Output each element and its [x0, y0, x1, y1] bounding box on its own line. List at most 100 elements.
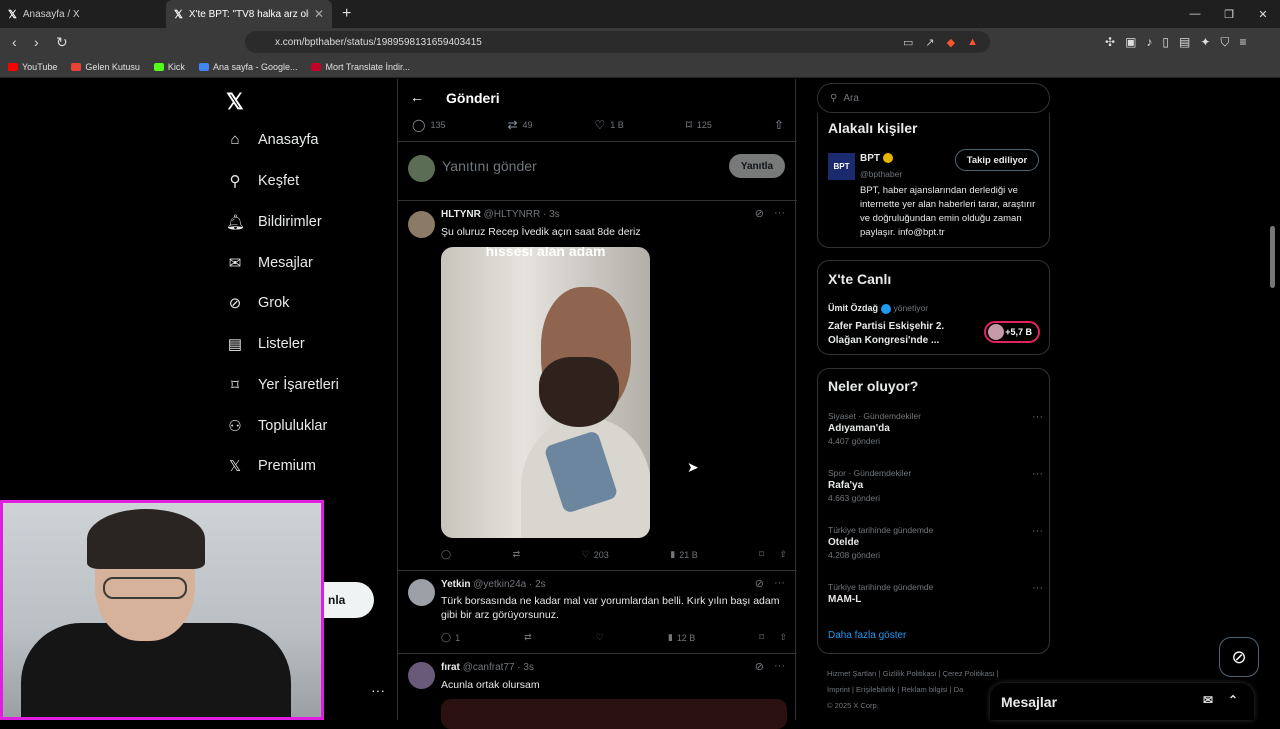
x-icon: 𝕏: [228, 458, 242, 475]
browser-tab-home[interactable]: 𝕏 Anasayfa / X: [0, 0, 166, 28]
more-icon[interactable]: ···: [774, 660, 785, 673]
address-bar[interactable]: x.com/bpthaber/status/198959813165940341…: [245, 31, 990, 53]
share-icon[interactable]: ⇧: [779, 632, 787, 643]
menu-icon[interactable]: ≡: [1239, 35, 1246, 49]
forward-icon[interactable]: ›: [34, 34, 44, 50]
reply-tweet[interactable]: fırat @canfrat77 · 3s ⊘ ··· Acunla ortak …: [398, 654, 797, 729]
grok-explain-icon[interactable]: ⊘: [755, 577, 764, 590]
close-tab-icon[interactable]: ✕: [314, 7, 324, 21]
tweet-media[interactable]: [441, 699, 787, 729]
sidebar-item-premium[interactable]: 𝕏 Premium: [226, 457, 316, 475]
extensions-icon[interactable]: ✣: [1105, 35, 1115, 49]
music-icon[interactable]: ♪: [1146, 35, 1152, 49]
wallet2-icon[interactable]: ▤: [1179, 35, 1190, 49]
sidebar-item-home[interactable]: ⌂ Anasayfa: [226, 131, 318, 148]
grok-explain-icon[interactable]: ⊘: [755, 660, 764, 673]
new-tab-button[interactable]: +: [342, 5, 351, 23]
repost-action[interactable]: ⇄: [513, 549, 521, 560]
more-icon[interactable]: ···: [1032, 525, 1043, 537]
footer-line[interactable]: Hizmet Şartları | Gizlilik Politikası | …: [827, 666, 1047, 682]
page-scrollbar[interactable]: [1270, 226, 1275, 288]
reply-action[interactable]: ◯: [441, 549, 451, 560]
tweet-media[interactable]: hissesi alan adam: [441, 247, 650, 538]
brave-shield-icon[interactable]: ◆: [947, 36, 955, 49]
trend-item[interactable]: Türkiye tarihinde gündemde Otelde 4.208 …: [828, 525, 1043, 560]
bookmark-kick[interactable]: Kick: [153, 62, 185, 72]
post-button[interactable]: nla: [324, 582, 374, 618]
grok-explain-icon[interactable]: ⊘: [755, 207, 764, 220]
views-action[interactable]: ▮ 12 B: [668, 632, 695, 643]
reply-button[interactable]: Yanıtla: [729, 154, 785, 178]
show-more-link[interactable]: Daha fazla göster: [828, 630, 906, 641]
bookmark-mort[interactable]: Mort Translate İndir...: [311, 62, 410, 72]
sidebar-item-messages[interactable]: ✉ Mesajlar: [226, 254, 313, 272]
sidebar-icon[interactable]: ▯: [1162, 35, 1169, 49]
browser-tab-post[interactable]: 𝕏 X'te BPT: "TV8 halka arz oluyor. I ✕: [166, 0, 332, 28]
live-event-title[interactable]: Zafer Partisi Eskişehir 2. Olağan Kongre…: [828, 320, 978, 348]
sidebar-item-notifications[interactable]: 🔔︎ Bildirimler: [226, 213, 322, 231]
more-icon[interactable]: ···: [1032, 411, 1043, 423]
live-host[interactable]: Ümit Özdağ yönetiyor: [828, 303, 928, 314]
reload-icon[interactable]: ↻: [56, 34, 68, 51]
more-icon[interactable]: ···: [774, 577, 785, 590]
trend-item[interactable]: Siyaset · Gündemdekiler Adıyaman'da 4.40…: [828, 411, 1043, 446]
avatar[interactable]: [408, 579, 435, 606]
reply-action[interactable]: ◯ 135: [412, 118, 445, 132]
tweet-author[interactable]: Yetkin @yetkin24a · 2s: [441, 579, 546, 590]
back-icon[interactable]: ‹: [12, 34, 22, 50]
like-action[interactable]: ♡ 1 B: [594, 118, 623, 132]
cast-icon[interactable]: ▭: [903, 36, 913, 49]
following-button[interactable]: Takip ediliyor: [955, 149, 1039, 171]
profile-name[interactable]: BPT: [860, 153, 893, 164]
more-icon[interactable]: ···: [1032, 582, 1043, 594]
repost-action[interactable]: ⇄ 49: [507, 118, 532, 132]
bookmark-action[interactable]: ⌑ 125: [686, 118, 712, 132]
grok-floating-button[interactable]: ⊘: [1219, 637, 1259, 677]
sidebar-item-explore[interactable]: ⚲ Keşfet: [226, 172, 300, 190]
like-action[interactable]: ♡: [596, 632, 604, 643]
trend-item[interactable]: Spor · Gündemdekiler Rafa'ya 4.663 gönde…: [828, 468, 1043, 503]
reply-action[interactable]: ◯ 1: [441, 632, 460, 643]
live-listeners-badge[interactable]: +5,7 B: [984, 321, 1040, 343]
tweet-author[interactable]: fırat @canfrat77 · 3s: [441, 662, 534, 673]
share-icon[interactable]: ⇧: [779, 549, 787, 560]
more-icon[interactable]: ···: [1032, 468, 1043, 480]
share-icon[interactable]: ↗: [925, 36, 934, 49]
tweet-author[interactable]: HLTYNR @HLTYNRR · 3s: [441, 209, 560, 220]
close-window-icon[interactable]: ✕: [1246, 8, 1280, 21]
expand-drawer-icon[interactable]: ⌃: [1228, 693, 1238, 707]
leo-icon[interactable]: ✦: [1200, 35, 1210, 49]
messages-drawer[interactable]: Mesajlar ✉ ⌃: [990, 683, 1254, 720]
reply-tweet[interactable]: HLTYNR @HLTYNRR · 3s ⊘ ··· Şu oluruz Rece…: [398, 201, 797, 571]
sidebar-item-lists[interactable]: ▤ Listeler: [226, 335, 305, 353]
bookmark-icon[interactable]: ⌑: [759, 632, 764, 643]
account-more-icon[interactable]: ···: [371, 682, 385, 698]
bookmark-youtube[interactable]: YouTube: [8, 62, 57, 72]
reply-input[interactable]: Yanıtını gönder: [442, 158, 537, 174]
sidebar-item-bookmarks[interactable]: ⌑ Yer İşaretleri: [226, 376, 339, 394]
minimize-icon[interactable]: —: [1178, 8, 1212, 20]
more-icon[interactable]: ···: [774, 207, 785, 220]
bpt-avatar[interactable]: BPT: [828, 153, 855, 180]
bookmark-google[interactable]: Ana sayfa - Google...: [198, 62, 297, 72]
new-message-icon[interactable]: ✉: [1203, 693, 1213, 707]
views-action[interactable]: ▮ 21 B: [670, 549, 697, 560]
avatar[interactable]: [408, 662, 435, 689]
share-action[interactable]: ⇧: [774, 118, 784, 132]
x-home-logo-icon[interactable]: 𝕏: [226, 89, 244, 115]
avatar[interactable]: [408, 211, 435, 238]
like-action[interactable]: ♡ 203: [582, 549, 609, 560]
sidebar-item-communities[interactable]: ⚇ Topluluklar: [226, 417, 327, 435]
sidebar-item-grok[interactable]: ⊘ Grok: [226, 294, 290, 312]
search-input[interactable]: ⚲ Ara: [817, 83, 1050, 113]
vpn-icon[interactable]: ⛉: [1220, 35, 1229, 50]
wallet-icon[interactable]: ▣: [1125, 35, 1136, 49]
bookmark-icon[interactable]: ⌑: [759, 549, 764, 560]
back-arrow-icon[interactable]: ←: [410, 89, 424, 105]
brave-rewards-icon[interactable]: ▲: [967, 36, 978, 49]
reply-tweet[interactable]: Yetkin @yetkin24a · 2s ⊘ ··· Türk borsası…: [398, 571, 797, 654]
maximize-icon[interactable]: ❐: [1212, 8, 1246, 21]
trend-item[interactable]: Türkiye tarihinde gündemde MAM-L ···: [828, 582, 1043, 605]
bookmark-gmail[interactable]: Gelen Kutusu: [71, 62, 140, 72]
repost-action[interactable]: ⇄: [524, 632, 532, 643]
